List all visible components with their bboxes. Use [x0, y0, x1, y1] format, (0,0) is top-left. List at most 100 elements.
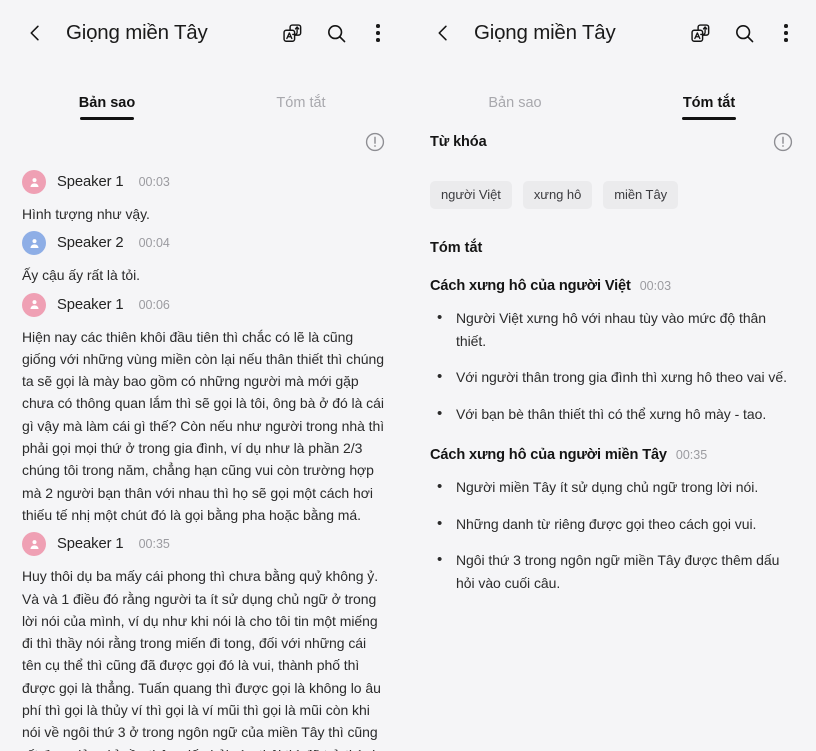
- bullet-dot-icon: •: [437, 368, 443, 385]
- tab-bar-right: Bản sao Tóm tắt: [408, 66, 816, 120]
- info-circle-icon[interactable]: [772, 131, 794, 153]
- app-bar-right: Giọng miền Tây: [408, 0, 816, 66]
- bullet-dot-icon: •: [437, 514, 443, 532]
- search-button[interactable]: [730, 19, 758, 47]
- utterance-text: Hình tượng như vậy.: [22, 206, 150, 222]
- chevron-left-icon: [30, 25, 39, 41]
- tab-summary-left[interactable]: Tóm tắt: [204, 95, 398, 120]
- summary-topic-header[interactable]: Cách xưng hô của người Việt 00:03: [430, 278, 794, 294]
- bullet-dot-icon: •: [437, 478, 443, 495]
- tab-transcript-right[interactable]: Bản sao: [418, 95, 612, 120]
- summary-topic-title: Cách xưng hô của người Việt: [430, 278, 631, 294]
- translate-icon: [690, 23, 709, 42]
- summary-topic: Cách xưng hô của người Việt 00:03 • Ngườ…: [430, 278, 794, 425]
- more-vertical-icon-dot: [376, 24, 380, 28]
- transcript-entry[interactable]: Speaker 2 00:04 Ấy cậu ấy rất là tỏi.: [22, 231, 386, 286]
- avatar: [22, 532, 46, 557]
- summary-topic: Cách xưng hô của người miền Tây 00:35 • …: [430, 447, 794, 594]
- translate-button[interactable]: [278, 19, 306, 47]
- chevron-left-icon: [438, 25, 447, 41]
- summary-bullet-list: • Người miền Tây ít sử dụng chủ ngữ tron…: [430, 476, 794, 594]
- person-icon: [29, 177, 39, 187]
- speaker-row: Speaker 1 00:03: [22, 170, 386, 194]
- person-icon: [29, 539, 39, 549]
- speaker-name: Speaker 1: [57, 174, 124, 190]
- person-icon: [29, 300, 39, 310]
- bullet-dot-icon: •: [437, 309, 443, 326]
- summary-topic-timestamp: 00:03: [639, 279, 672, 293]
- avatar: [22, 231, 46, 256]
- transcript-list: Speaker 1 00:03 Hình tượng như vậy. Spea…: [0, 170, 408, 751]
- summary-topic-title: Cách xưng hô của người miền Tây: [430, 447, 667, 463]
- more-vertical-icon-dot: [784, 38, 788, 42]
- summary-bullet: • Người miền Tây ít sử dụng chủ ngữ tron…: [430, 476, 794, 499]
- more-vertical-icon-dot: [784, 24, 788, 28]
- speaker-timestamp: 00:06: [138, 297, 170, 312]
- speaker-timestamp: 00:03: [138, 175, 170, 189]
- translate-button[interactable]: [686, 19, 714, 47]
- bullet-dot-icon: •: [437, 404, 443, 422]
- summary-bullet-text: Với người thân trong gia đình thì xưng h…: [456, 369, 787, 385]
- more-vertical-icon-dot: [784, 31, 788, 35]
- app-bar-left: Giọng miền Tây: [0, 0, 408, 66]
- keywords-header-row: Từ khóa: [408, 120, 816, 164]
- transcript-entry[interactable]: Speaker 1 00:06 Hiện nay các thiên khôi …: [22, 292, 386, 527]
- speaker-name: Speaker 2: [57, 235, 124, 252]
- search-icon: [735, 24, 753, 42]
- translate-icon: [282, 23, 301, 42]
- search-icon: [327, 24, 345, 42]
- summary-bullet: • Ngôi thứ 3 trong ngôn ngữ miền Tây đượ…: [430, 549, 794, 594]
- bullet-dot-icon: •: [437, 551, 443, 568]
- keyword-chip[interactable]: xưng hô: [522, 181, 593, 209]
- summary-topic-header[interactable]: Cách xưng hô của người miền Tây 00:35: [430, 447, 794, 463]
- tab-bar-left: Bản sao Tóm tắt: [0, 66, 408, 120]
- page-title: Giọng miền Tây: [66, 21, 208, 44]
- utterance-text: Ấy cậu ấy rất là tỏi.: [22, 267, 141, 284]
- info-circle-icon[interactable]: [364, 131, 386, 153]
- more-vertical-icon-dot: [376, 31, 380, 35]
- app-bar-actions-right: [686, 19, 798, 47]
- summary-bullet-text: Những danh từ riêng được gọi theo cách g…: [456, 515, 757, 532]
- summary-bullet-text: Ngôi thứ 3 trong ngôn ngữ miền Tây được …: [456, 552, 780, 591]
- summary-bullet-list: • Người Việt xưng hô với nhau tùy vào mứ…: [430, 307, 794, 425]
- summary-panel: Giọng miền Tây Bản sao Tóm tắt Từ khóa n…: [408, 0, 816, 751]
- summary-body: người Việt xưng hô miền Tây Tóm tắt Cách…: [408, 181, 816, 594]
- keyword-chip[interactable]: người Việt: [430, 181, 512, 209]
- app-bar-actions-left: [278, 19, 390, 47]
- tab-summary-right[interactable]: Tóm tắt: [612, 95, 806, 120]
- keyword-chip-list: người Việt xưng hô miền Tây: [430, 181, 794, 209]
- more-options-button[interactable]: [774, 19, 798, 47]
- avatar: [22, 170, 46, 194]
- speaker-name: Speaker 1: [57, 536, 124, 553]
- tab-transcript-left[interactable]: Bản sao: [10, 95, 204, 120]
- speaker-row: Speaker 1 00:35: [22, 532, 386, 557]
- dual-panel-screen: Giọng miền Tây Bản sao Tóm tắt Speaker 1…: [0, 0, 816, 751]
- search-button[interactable]: [322, 19, 350, 47]
- summary-bullet-text: Với bạn bè thân thiết thì có thể xưng hô…: [456, 405, 767, 422]
- more-options-button[interactable]: [366, 19, 390, 47]
- summary-bullet: • Người Việt xưng hô với nhau tùy vào mứ…: [430, 307, 794, 352]
- utterance-text: Huy thôi dụ ba mấy cái phong thì chưa bằ…: [22, 568, 381, 751]
- more-vertical-icon-dot: [376, 38, 380, 42]
- summary-bullet-text: Người Việt xưng hô với nhau tùy vào mức …: [456, 310, 767, 349]
- summary-topic-timestamp: 00:35: [675, 448, 708, 462]
- summary-section-label: Tóm tắt: [430, 240, 483, 256]
- keyword-chip[interactable]: miền Tây: [603, 181, 679, 209]
- transcript-panel: Giọng miền Tây Bản sao Tóm tắt Speaker 1…: [0, 0, 408, 751]
- utterance-text: Hiện nay các thiên khôi đầu tiên thì chắ…: [22, 328, 385, 523]
- back-button[interactable]: [18, 16, 52, 50]
- speaker-timestamp: 00:35: [138, 537, 170, 552]
- summary-bullet: • Những danh từ riêng được gọi theo cách…: [430, 513, 794, 536]
- transcript-entry[interactable]: Speaker 1 00:35 Huy thôi dụ ba mấy cái p…: [22, 532, 386, 751]
- person-icon: [29, 238, 39, 248]
- back-button[interactable]: [426, 16, 460, 50]
- speaker-timestamp: 00:04: [138, 236, 170, 251]
- summary-bullet: • Với bạn bè thân thiết thì có thể xưng …: [430, 403, 794, 426]
- transcript-entry[interactable]: Speaker 1 00:03 Hình tượng như vậy.: [22, 170, 386, 225]
- summary-bullet-text: Người miền Tây ít sử dụng chủ ngữ trong …: [456, 479, 759, 495]
- page-title: Giọng miền Tây: [474, 21, 616, 44]
- transcript-info-row: [0, 120, 408, 164]
- keywords-label: Từ khóa: [430, 134, 487, 150]
- speaker-row: Speaker 1 00:06: [22, 292, 386, 317]
- speaker-name: Speaker 1: [57, 296, 124, 313]
